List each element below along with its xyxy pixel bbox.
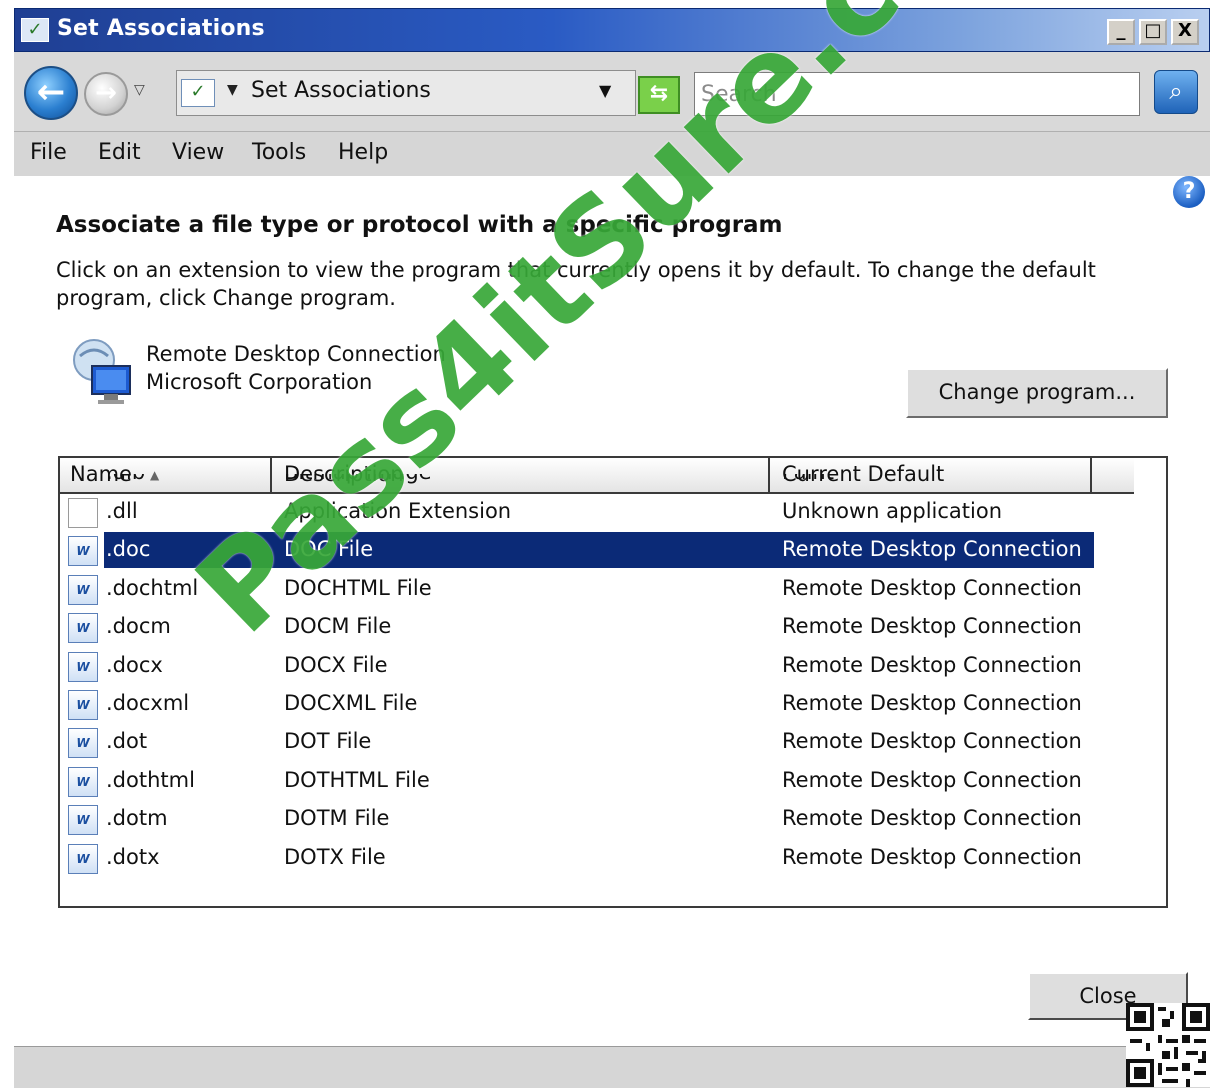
close-window-button[interactable]: X [1171,19,1199,45]
row-default: Remote Desktop Connection [782,652,1082,677]
row-name: .dib [106,474,145,484]
menu-edit[interactable]: Edit [98,140,141,165]
word-document-icon: W [68,766,98,797]
row-name: .dotx [106,844,160,869]
row-name: .docm [106,614,171,639]
row-default: Remote Desktop Connection [782,729,1082,754]
row-name: .dotm [106,806,168,831]
title-bar[interactable]: ✓ Set Associations _ □ X [14,8,1210,52]
row-default: Unknown application [782,499,1002,523]
word-document-icon: W [68,651,98,682]
remote-desktop-icon [73,339,131,404]
word-document-icon: W [68,728,98,759]
status-bar [14,1046,1210,1088]
address-box[interactable]: ✓ ▼ Set Associations ▼ [176,70,636,116]
row-description: DOTHTML File [284,767,430,792]
row-name: .doc [106,537,151,562]
menu-tools[interactable]: Tools [252,140,306,165]
address-dropdown-icon[interactable]: ▼ [599,81,611,100]
back-arrow-icon[interactable]: ← [24,66,78,120]
change-program-button[interactable]: Change program... [906,368,1168,418]
word-document-icon: W [68,536,98,567]
blank-file-icon [68,498,98,528]
table-row[interactable]: W .docx DOCX File Remote Desktop Connection [60,648,1134,686]
control-panel-icon: ✓ [21,18,49,42]
row-description: DOTX File [284,844,386,869]
row-default: Remote Desktop Connection [782,614,1082,639]
row-name: .dot [106,729,148,754]
row-default: Remote Desktop Connection [782,844,1082,869]
navigation-bar: ← → ▽ ✓ ▼ Set Associations ▼ ⇆ ⌕ [14,52,1210,132]
table-row[interactable]: W .docxml DOCXML File Remote Desktop Connec… [60,686,1134,724]
table-row[interactable]: W .dot DOT File Remote Desktop Connection [60,724,1134,762]
menu-help[interactable]: Help [338,140,388,165]
row-name: .dothtml [106,767,195,792]
row-name: .dll [106,499,138,523]
control-panel-icon: ✓ [181,79,215,107]
row-default: Remote Desktop Connection [782,767,1082,792]
row-description: DOCX File [284,652,388,677]
row-description: DOTM File [284,806,390,831]
word-document-icon: W [68,613,98,644]
word-document-icon: W [68,843,98,874]
menu-view[interactable]: View [172,140,224,165]
table-row[interactable]: W .dothtml DOTHTML File Remote Desktop Conn… [60,763,1134,801]
window-title: Set Associations [57,16,265,41]
breadcrumb-arrow-icon[interactable]: ▼ [227,82,238,98]
row-default: Remote Desktop Connection [782,537,1082,562]
row-default: Remote Desktop Connection [782,691,1082,715]
maximize-button[interactable]: □ [1139,19,1167,45]
row-default: Paint [782,474,834,484]
help-icon[interactable]: ? [1173,176,1205,208]
table-row[interactable]: W .dotm DOTM File Remote Desktop Connection [60,801,1134,839]
row-description: DOCXML File [284,691,418,715]
row-name: .docxml [106,691,190,715]
recent-pages-chevron-icon[interactable]: ▽ [134,82,145,98]
row-name: .docx [106,652,163,677]
search-icon[interactable]: ⌕ [1154,70,1198,114]
word-document-icon: W [68,690,98,720]
row-description: DOT File [284,729,372,754]
minimize-button[interactable]: _ [1107,19,1135,45]
word-document-icon: W [68,574,98,605]
table-row[interactable]: .dib Bitmap Image Paint [60,474,1134,494]
table-row[interactable]: W .docm DOCM File Remote Desktop Connection [60,609,1134,647]
word-document-icon: W [68,805,98,836]
forward-arrow-icon[interactable]: → [84,72,128,116]
row-name: .dochtml [106,575,199,600]
row-default: Remote Desktop Connection [782,575,1082,600]
program-company: Microsoft Corporation [146,370,373,394]
menu-file[interactable]: File [30,140,67,165]
table-row[interactable]: W .dotx DOTX File Remote Desktop Connection [60,840,1134,878]
qr-code-image [1126,1003,1210,1087]
row-default: Remote Desktop Connection [782,806,1082,831]
breadcrumb-location[interactable]: Set Associations [251,78,431,103]
